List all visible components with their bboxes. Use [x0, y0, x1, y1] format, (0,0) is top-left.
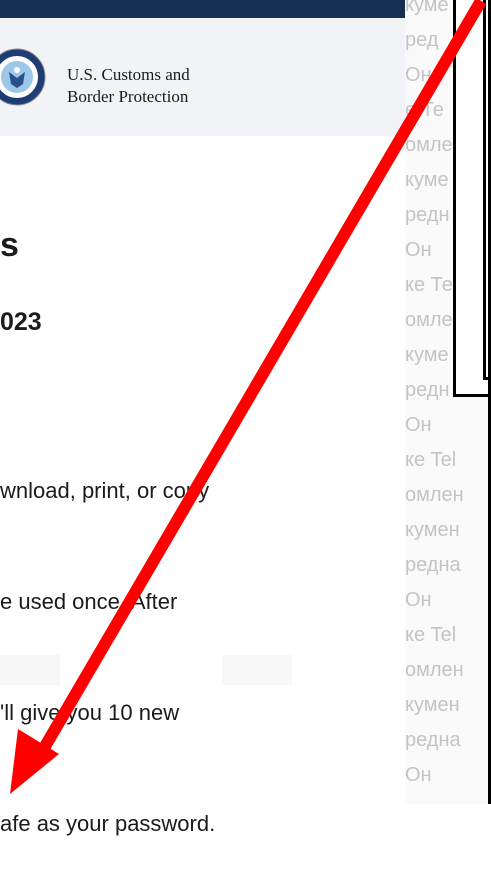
- arrow-shaft: [31, 0, 487, 764]
- annotation-arrow: [10, 0, 487, 794]
- instruction-line-4: afe as your password.: [0, 811, 216, 836]
